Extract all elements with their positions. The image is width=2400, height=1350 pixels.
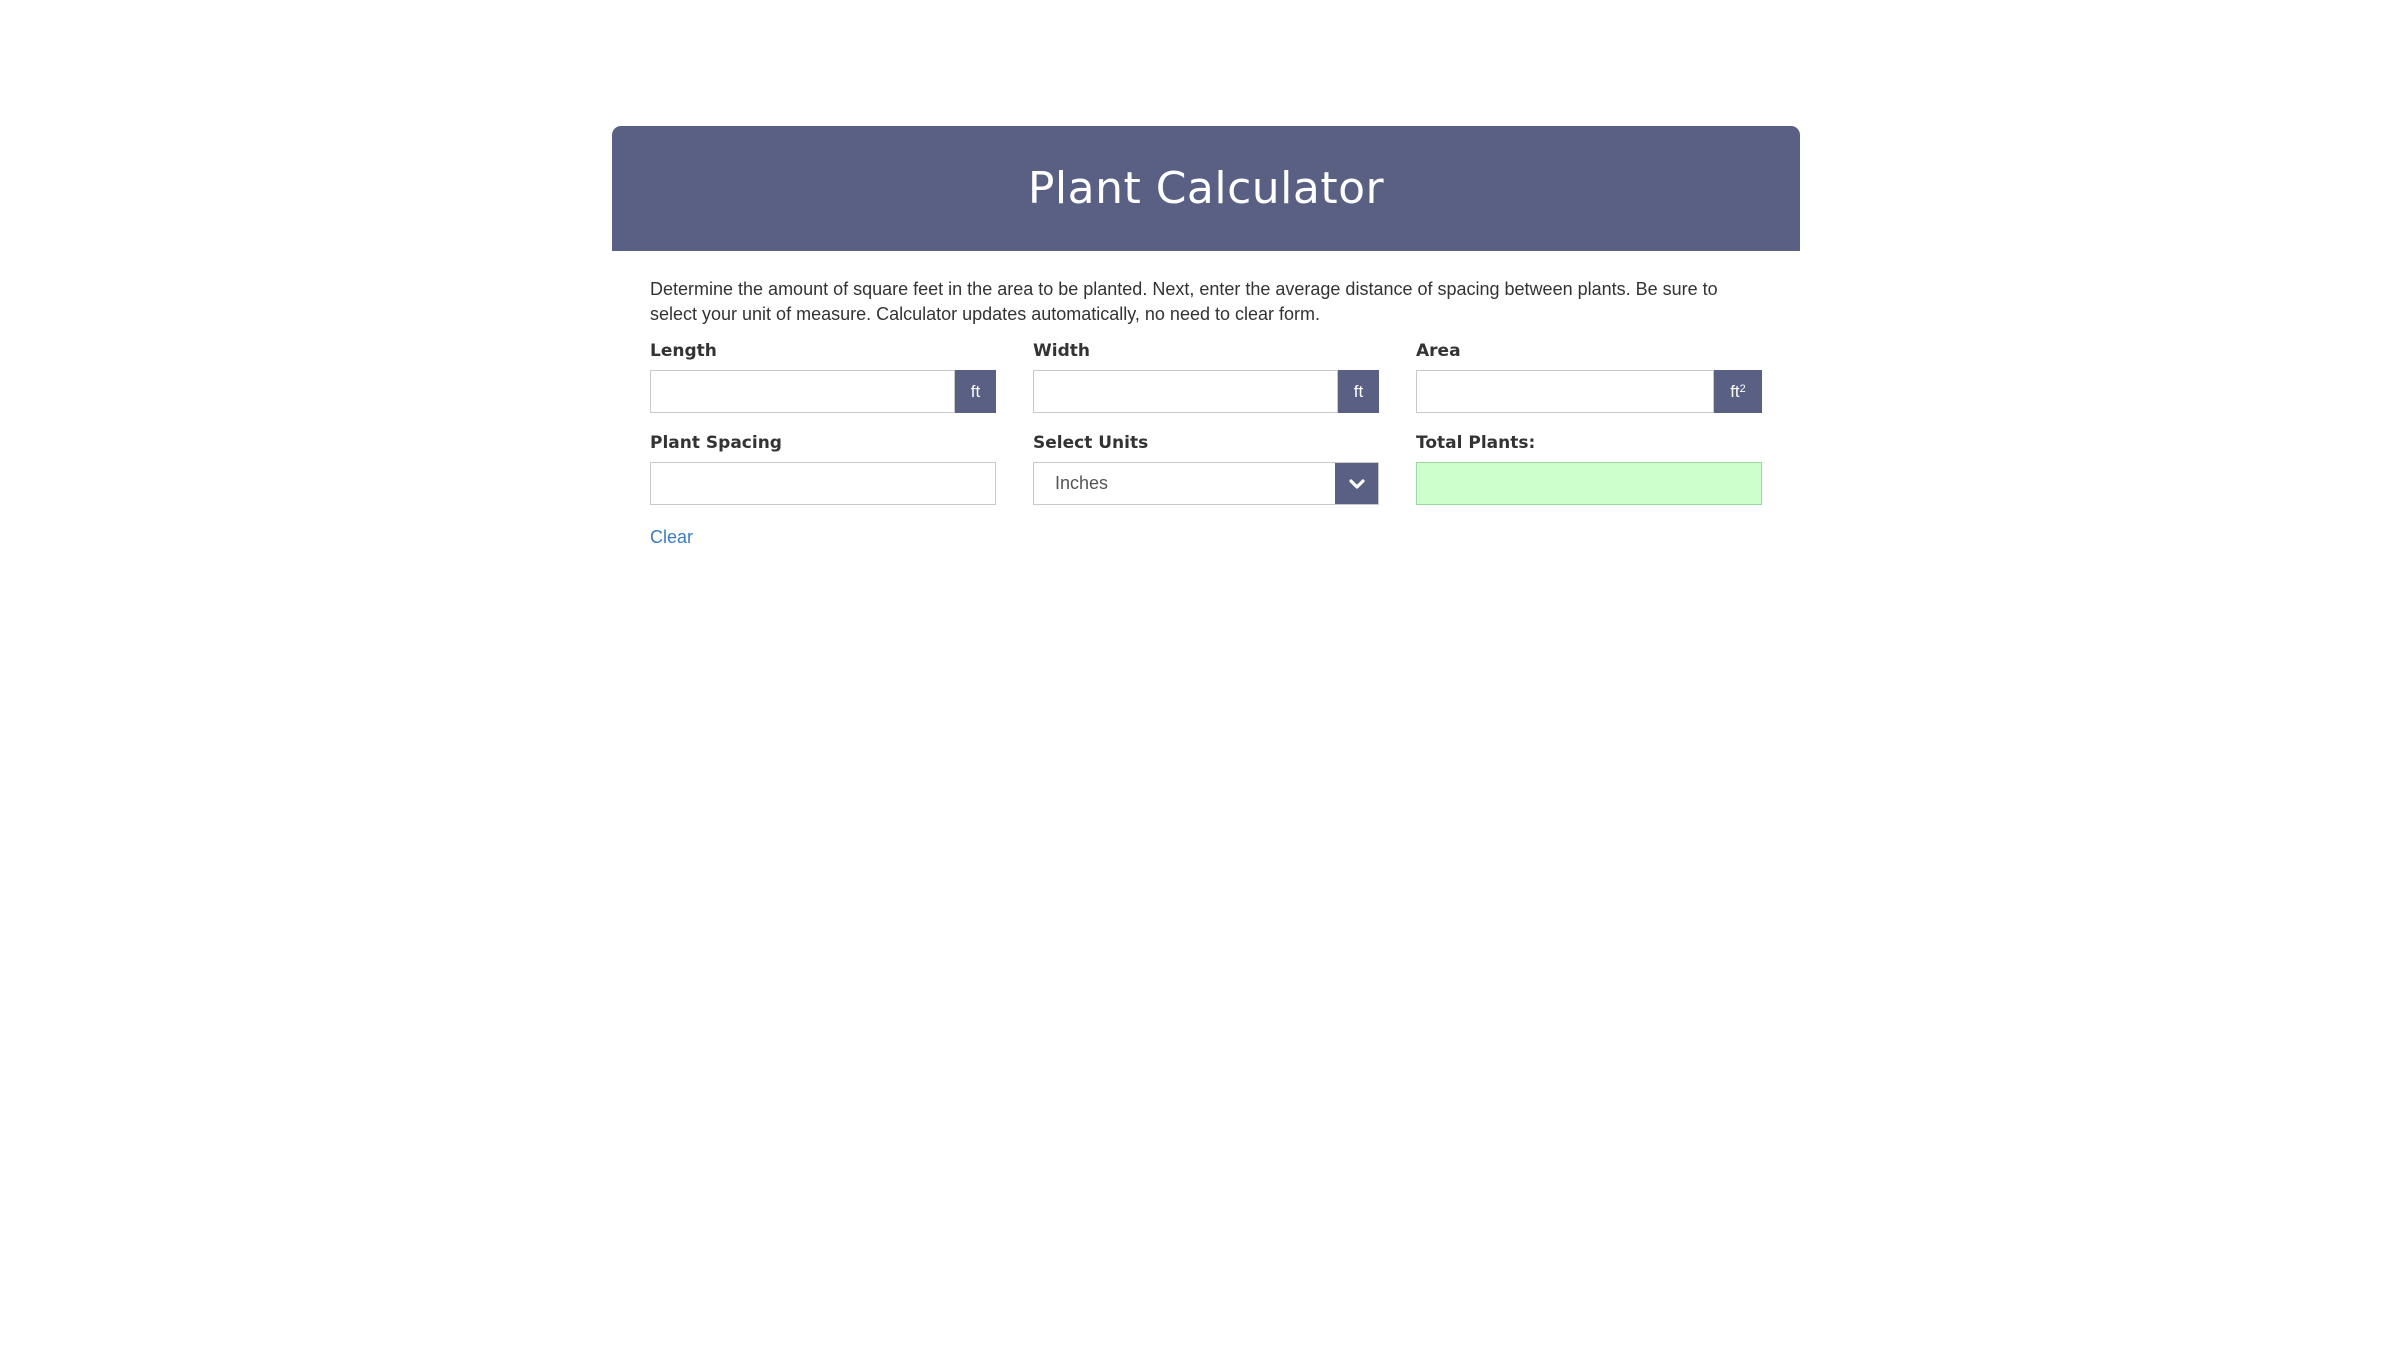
- units-select-value: Inches: [1055, 473, 1109, 493]
- page-title: Plant Calculator: [1027, 163, 1385, 214]
- length-unit-addon: ft: [955, 370, 996, 413]
- length-label: Length: [650, 341, 717, 361]
- length-field: Length ft: [650, 341, 996, 413]
- calculator-body: Determine the amount of square feet in t…: [612, 251, 1800, 548]
- select-units-field: Select Units Inches: [1033, 433, 1379, 505]
- clear-link[interactable]: Clear: [650, 527, 693, 548]
- total-plants-output: [1416, 462, 1762, 505]
- area-unit-text: ft: [1730, 381, 1740, 401]
- width-field: Width ft: [1033, 341, 1379, 413]
- units-select[interactable]: Inches: [1033, 462, 1379, 505]
- area-unit-addon: ft 2: [1714, 370, 1762, 413]
- area-field: Area ft 2: [1416, 341, 1762, 413]
- intro-text: Determine the amount of square feet in t…: [650, 279, 1718, 324]
- area-label: Area: [1416, 341, 1461, 361]
- total-plants-label: Total Plants:: [1416, 433, 1536, 453]
- area-unit-superscript: 2: [1739, 382, 1746, 395]
- width-input[interactable]: [1033, 370, 1338, 413]
- select-units-label: Select Units: [1033, 433, 1149, 453]
- length-input[interactable]: [650, 370, 955, 413]
- length-input-group: ft: [650, 370, 996, 413]
- plant-spacing-field: Plant Spacing: [650, 433, 996, 505]
- plant-spacing-label: Plant Spacing: [650, 433, 782, 453]
- width-label: Width: [1033, 341, 1090, 361]
- width-input-group: ft: [1033, 370, 1379, 413]
- area-input-group: ft 2: [1416, 370, 1762, 413]
- plant-spacing-input[interactable]: [650, 462, 996, 505]
- dimensions-row: Length ft Width ft Area ft 2: [650, 341, 1762, 413]
- spacing-row: Plant Spacing Select Units Inches Total …: [650, 433, 1762, 505]
- chevron-down-icon[interactable]: [1335, 463, 1378, 504]
- area-input[interactable]: [1416, 370, 1714, 413]
- plant-calculator: Plant Calculator Determine the amount of…: [612, 126, 1800, 548]
- plant-spacing-input-group: [650, 462, 996, 505]
- total-plants-field: Total Plants:: [1416, 433, 1762, 505]
- calculator-header: Plant Calculator: [612, 126, 1800, 251]
- width-unit-addon: ft: [1338, 370, 1379, 413]
